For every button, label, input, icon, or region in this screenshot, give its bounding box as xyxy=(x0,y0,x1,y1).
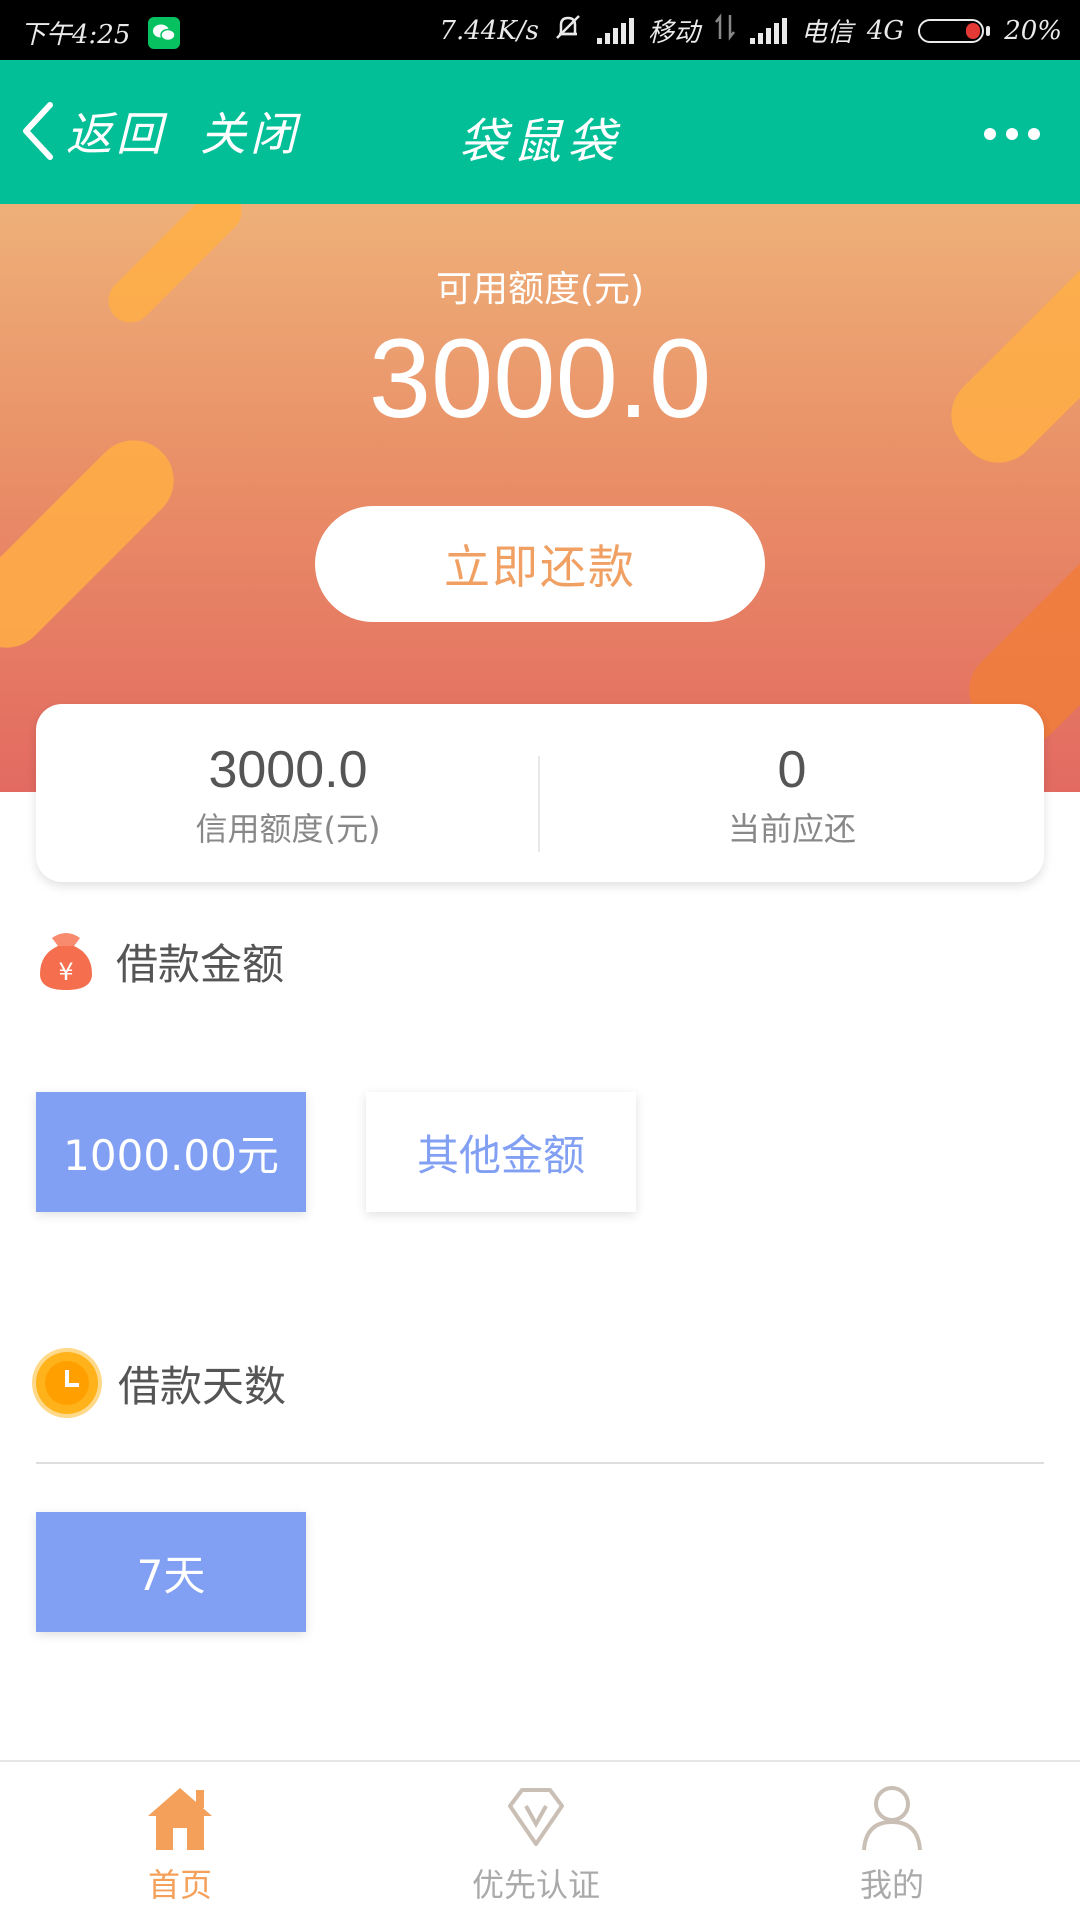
battery-tip xyxy=(986,25,991,36)
tab-home[interactable]: 首页 xyxy=(0,1782,360,1906)
more-menu-icon[interactable] xyxy=(984,128,1040,140)
mute-bell-icon xyxy=(553,12,583,49)
current-due-value: 0 xyxy=(777,741,807,799)
section-divider xyxy=(36,1462,1044,1464)
svg-text:¥: ¥ xyxy=(58,958,73,986)
credit-limit-value: 3000.0 xyxy=(208,741,368,799)
tab-verification[interactable]: 优先认证 xyxy=(356,1782,716,1906)
verify-badge-icon xyxy=(496,1782,576,1852)
status-time: 下午4:25 xyxy=(20,20,131,50)
current-due-label: 当前应还 xyxy=(727,810,856,848)
status-bar: 下午4:25 7.44K/s 移动 电信 4G 20% xyxy=(0,0,1080,60)
tab-home-label: 首页 xyxy=(147,1866,212,1904)
tab-mine-label: 我的 xyxy=(859,1866,924,1904)
summary-card: 3000.0 信用额度(元) 0 当前应还 xyxy=(36,704,1044,882)
signal-icon xyxy=(596,17,634,44)
current-due: 0 当前应还 xyxy=(540,740,1044,850)
amount-option-other[interactable]: 其他金额 xyxy=(366,1092,636,1212)
amount-option-1000[interactable]: 1000.00元 xyxy=(36,1092,306,1212)
wechat-icon xyxy=(148,16,181,49)
battery-percent: 20% xyxy=(1004,15,1062,46)
home-icon xyxy=(140,1782,220,1852)
net-speed: 7.44K/s xyxy=(439,15,539,46)
carrier-2: 电信 xyxy=(800,18,853,48)
network-type: 4G xyxy=(866,15,905,46)
bottom-tab-bar: 首页 优先认证 我的 xyxy=(0,1760,1080,1922)
battery-icon xyxy=(918,18,985,43)
signal-icon-2 xyxy=(749,17,787,44)
page-title: 袋鼠袋 xyxy=(458,114,621,170)
repay-now-button[interactable]: 立即还款 xyxy=(315,506,765,622)
loan-amount-header: ¥ 借款金额 xyxy=(36,930,284,992)
available-credit-label: 可用额度(元) xyxy=(435,269,645,310)
money-bag-icon: ¥ xyxy=(36,930,96,992)
available-credit-amount: 3000.0 xyxy=(368,316,712,441)
credit-limit: 3000.0 信用额度(元) xyxy=(36,740,540,850)
decoration xyxy=(0,423,191,665)
carrier-1: 移动 xyxy=(647,18,700,48)
clock-icon xyxy=(36,1352,98,1414)
loan-amount-title: 借款金额 xyxy=(116,939,285,989)
nav-bar: 返回 关闭 袋鼠袋 xyxy=(0,60,1080,204)
days-option-7[interactable]: 7天 xyxy=(36,1512,306,1632)
tab-verification-label: 优先认证 xyxy=(471,1866,600,1904)
loan-days-header: 借款天数 xyxy=(36,1352,286,1414)
credit-limit-label: 信用额度(元) xyxy=(195,810,381,848)
data-arrows-icon xyxy=(714,13,736,48)
user-icon xyxy=(852,1782,932,1852)
tab-mine[interactable]: 我的 xyxy=(712,1782,1072,1906)
loan-days-title: 借款天数 xyxy=(118,1361,287,1411)
